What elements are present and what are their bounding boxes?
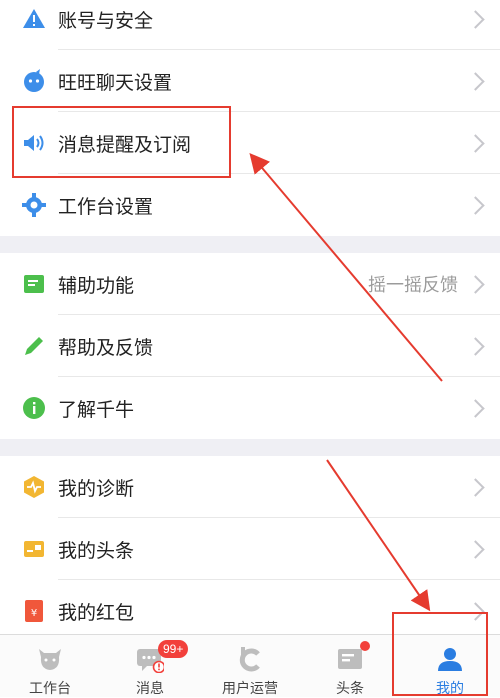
- user-operations-icon: [236, 645, 264, 673]
- document-icon: [22, 272, 46, 296]
- settings-row-accessibility[interactable]: 辅助功能 摇一摇反馈: [0, 253, 500, 315]
- chevron-right-icon: [466, 195, 485, 215]
- hexagon-pulse-icon: [22, 475, 46, 499]
- chevron-right-icon: [466, 71, 485, 91]
- settings-label: 账号与安全: [58, 10, 154, 32]
- pencil-icon: [22, 334, 46, 358]
- tab-headlines[interactable]: 头条: [300, 635, 400, 697]
- chevron-right-icon: [466, 133, 485, 153]
- settings-label: 工作台设置: [58, 196, 154, 218]
- tab-label: 工作台: [29, 680, 71, 696]
- red-packet-icon: ¥: [22, 599, 46, 623]
- info-icon: [22, 396, 46, 420]
- tab-label: 消息: [136, 680, 164, 696]
- gear-icon: [22, 193, 46, 217]
- settings-row-workbench[interactable]: 工作台设置: [0, 174, 500, 236]
- settings-label: 帮助及反馈: [58, 337, 154, 359]
- highlight-box-notification: [12, 106, 231, 178]
- chevron-right-icon: [466, 274, 485, 294]
- notification-dot: [360, 641, 370, 651]
- settings-row-about[interactable]: 了解千牛: [0, 377, 500, 439]
- settings-row-help-feedback[interactable]: 帮助及反馈: [0, 315, 500, 377]
- settings-row-wangwang-chat[interactable]: 旺旺聊天设置: [0, 50, 500, 112]
- section-gap: [0, 439, 500, 456]
- wangwang-chat-icon: [22, 69, 46, 93]
- settings-label: 辅助功能: [58, 275, 135, 297]
- tab-label: 头条: [336, 680, 364, 696]
- chevron-right-icon: [466, 477, 485, 497]
- settings-row-diagnosis[interactable]: 我的诊断: [0, 456, 500, 518]
- news-icon: [336, 645, 364, 673]
- highlight-box-mine-tab: [392, 612, 488, 696]
- svg-text:¥: ¥: [31, 608, 37, 619]
- warning-triangle-icon: [22, 7, 46, 31]
- section-gap: [0, 236, 500, 253]
- settings-label: 了解千牛: [58, 399, 135, 421]
- settings-label: 我的头条: [58, 540, 135, 562]
- tab-user-operations[interactable]: 用户运营: [200, 635, 300, 697]
- cow-icon: [36, 645, 64, 673]
- chevron-right-icon: [466, 398, 485, 418]
- chevron-right-icon: [466, 539, 485, 559]
- tab-workbench[interactable]: 工作台: [0, 635, 100, 697]
- settings-label: 旺旺聊天设置: [58, 72, 173, 94]
- settings-row-headlines[interactable]: 我的头条: [0, 518, 500, 580]
- settings-label: 我的诊断: [58, 478, 135, 500]
- chevron-right-icon: [466, 9, 485, 29]
- unread-count-badge: 99+: [158, 640, 189, 658]
- shake-feedback-value: 摇一摇反馈: [368, 275, 458, 295]
- card-icon: [22, 537, 46, 561]
- tab-label: 用户运营: [222, 680, 278, 696]
- chevron-right-icon: [466, 336, 485, 356]
- settings-label: 我的红包: [58, 602, 135, 624]
- settings-row-account-security[interactable]: 账号与安全: [0, 0, 500, 50]
